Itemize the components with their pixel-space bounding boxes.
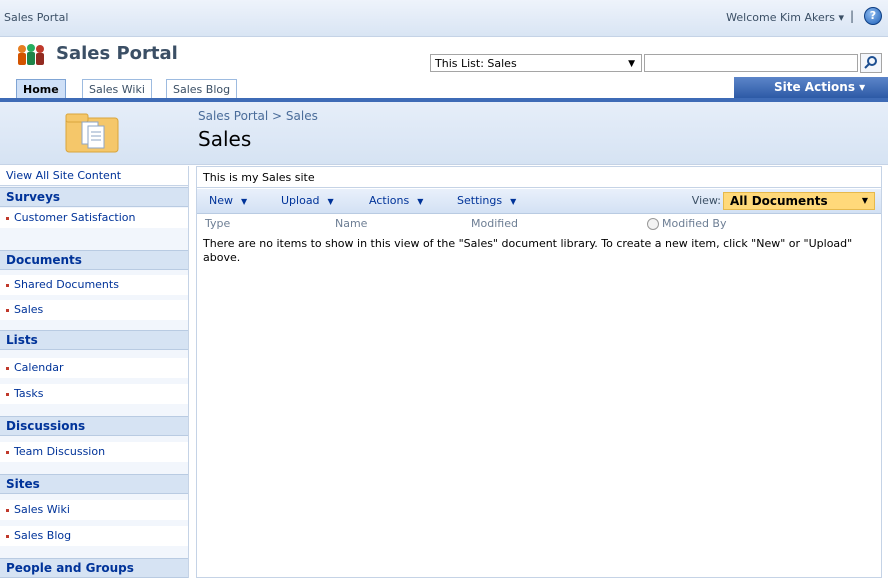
nav-heading-discussions[interactable]: Discussions: [0, 416, 188, 436]
site-title-link[interactable]: Sales Portal: [4, 11, 68, 24]
new-label: New: [209, 194, 233, 207]
nav-item-label: Sales: [14, 303, 44, 316]
view-select[interactable]: All Documents ▼: [723, 192, 875, 210]
view-label: View:: [691, 194, 721, 207]
settings-label: Settings: [457, 194, 503, 207]
column-header-name[interactable]: Name: [335, 214, 367, 234]
quick-launch: View All Site Content Surveys Customer S…: [0, 166, 189, 578]
column-header-row: Type Name Modified Modified By: [197, 214, 881, 234]
new-menu[interactable]: New ▼: [209, 189, 247, 213]
bullet-icon: [6, 216, 9, 220]
help-icon[interactable]: ?: [864, 7, 882, 25]
tab-home[interactable]: Home: [16, 79, 66, 98]
nav-item-label: Sales Blog: [14, 529, 72, 542]
chevron-down-icon: ▼: [327, 197, 334, 206]
chevron-down-icon: ▼: [628, 59, 635, 69]
sharepoint-page: Sales Portal Welcome Kim Akers ▾ | ? Sal…: [0, 0, 888, 578]
nav-item-sales-wiki[interactable]: Sales Wiki: [0, 500, 188, 520]
nav-item-shared-documents[interactable]: Shared Documents: [0, 275, 188, 295]
radio-icon: [647, 218, 659, 230]
actions-label: Actions: [369, 194, 410, 207]
bullet-icon: [6, 534, 9, 538]
nav-item-label: Team Discussion: [14, 445, 106, 458]
nav-item-team-discussion[interactable]: Team Discussion: [0, 442, 188, 462]
nav-item-sales[interactable]: Sales: [0, 300, 188, 320]
nav-item-label: Calendar: [14, 361, 64, 374]
chevron-down-icon: ▼: [510, 197, 517, 206]
column-header-label: Modified By: [662, 217, 727, 230]
page-title-area: Sales Portal > Sales Sales: [0, 102, 888, 165]
column-header-type[interactable]: Type: [205, 214, 230, 234]
people-logo-icon: [18, 44, 44, 65]
bullet-icon: [6, 366, 9, 370]
upload-label: Upload: [281, 194, 320, 207]
nav-heading-documents[interactable]: Documents: [0, 250, 188, 270]
nav-heading-people-and-groups[interactable]: People and Groups: [0, 558, 188, 578]
search-button[interactable]: [860, 53, 882, 73]
nav-item-tasks[interactable]: Tasks: [0, 384, 188, 404]
nav-item-label: Sales Wiki: [14, 503, 70, 516]
nav-item-label: Tasks: [14, 387, 44, 400]
column-header-modified-by[interactable]: Modified By: [647, 214, 727, 234]
nav-heading-surveys[interactable]: Surveys: [0, 187, 188, 207]
list-toolbar: New ▼ Upload ▼ Actions ▼ Settings ▼ View: Al…: [197, 189, 881, 214]
document-library-icon: [65, 113, 119, 153]
tab-sales-wiki[interactable]: Sales Wiki: [82, 79, 152, 98]
chevron-down-icon: ▼: [241, 197, 248, 206]
nav-item-label: Shared Documents: [14, 278, 119, 291]
column-header-modified[interactable]: Modified: [471, 214, 518, 234]
tab-label: Sales Blog: [173, 83, 231, 96]
tab-sales-blog[interactable]: Sales Blog: [166, 79, 238, 98]
search-scope-select[interactable]: This List: Sales ▼: [430, 54, 642, 72]
bullet-icon: [6, 450, 9, 454]
actions-menu[interactable]: Actions ▼: [369, 189, 423, 213]
tab-label: Sales Wiki: [89, 83, 145, 96]
portal-title[interactable]: Sales Portal: [56, 43, 178, 64]
chevron-down-icon: ▼: [417, 197, 424, 206]
document-library: This is my Sales site New ▼ Upload ▼ Actio…: [196, 166, 882, 578]
breadcrumb[interactable]: Sales Portal > Sales: [198, 109, 318, 123]
bullet-icon: [6, 392, 9, 396]
view-all-site-content-link[interactable]: View All Site Content: [0, 166, 188, 186]
tab-label: Home: [23, 83, 59, 96]
bullet-icon: [6, 283, 9, 287]
global-top-bar: Sales Portal Welcome Kim Akers ▾ | ?: [0, 0, 888, 37]
bullet-icon: [6, 308, 9, 312]
list-description: This is my Sales site: [197, 167, 881, 188]
page-title: Sales: [198, 127, 252, 151]
title-row: Sales Portal This List: Sales ▼: [0, 37, 888, 77]
empty-list-message: There are no items to show in this view …: [203, 237, 853, 264]
settings-menu[interactable]: Settings ▼: [457, 189, 516, 213]
site-actions-menu[interactable]: Site Actions ▾: [734, 77, 888, 98]
nav-item-customer-satisfaction[interactable]: Customer Satisfaction: [0, 208, 188, 228]
search-input[interactable]: [644, 54, 858, 72]
search-scope-value: This List: Sales: [435, 57, 517, 70]
welcome-menu[interactable]: Welcome Kim Akers ▾: [726, 11, 844, 24]
view-select-value: All Documents: [730, 194, 828, 208]
separator: |: [849, 9, 854, 23]
nav-item-sales-blog[interactable]: Sales Blog: [0, 526, 188, 546]
search-icon: [864, 56, 877, 69]
top-nav-tabs: Home Sales Wiki Sales Blog Site Actions …: [0, 77, 888, 102]
nav-item-label: Customer Satisfaction: [14, 211, 136, 224]
nav-item-calendar[interactable]: Calendar: [0, 358, 188, 378]
bullet-icon: [6, 508, 9, 512]
nav-heading-sites[interactable]: Sites: [0, 474, 188, 494]
upload-menu[interactable]: Upload ▼: [281, 189, 334, 213]
chevron-down-icon: ▼: [861, 196, 868, 205]
nav-heading-lists[interactable]: Lists: [0, 330, 188, 350]
